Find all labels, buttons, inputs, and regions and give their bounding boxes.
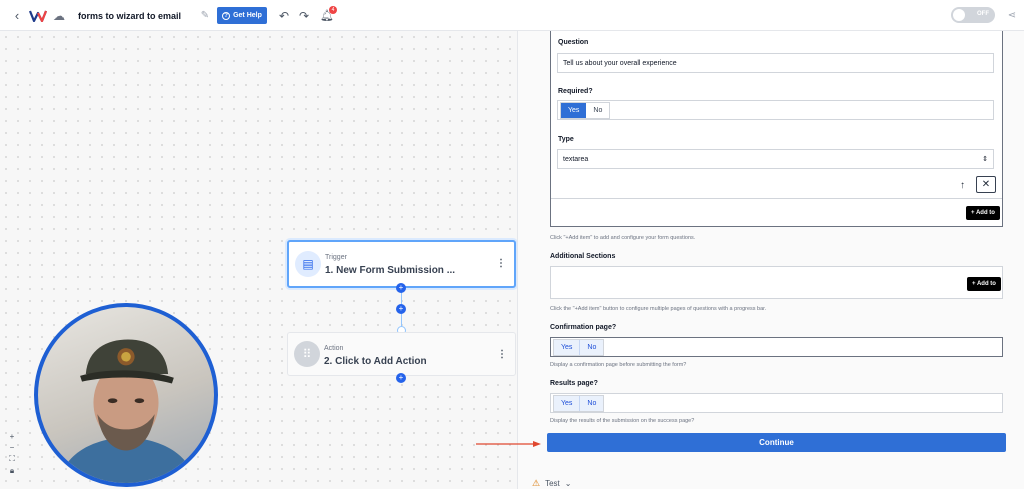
test-section-header[interactable]: ⚠ Test ⌄ xyxy=(532,478,571,489)
required-label: Required? xyxy=(558,88,593,95)
add-step-icon[interactable]: + xyxy=(396,373,406,383)
additional-sections-help: Click the "+Add item" button to configur… xyxy=(550,306,767,312)
add-item-button[interactable]: + Add to xyxy=(966,206,1000,220)
fit-view-icon[interactable]: ⛶ xyxy=(6,454,18,464)
step-config-panel: Question Tell us about your overall expe… xyxy=(517,31,1024,489)
results-no[interactable]: No xyxy=(580,396,604,411)
results-toggle[interactable]: Yes No xyxy=(553,395,605,412)
results-page-help: Display the results of the submission on… xyxy=(550,418,695,424)
add-section-button[interactable]: + Add to xyxy=(967,277,1001,291)
add-step-icon[interactable]: + xyxy=(396,283,406,293)
chevron-down-icon: ⌄ xyxy=(564,479,572,488)
test-label: Test xyxy=(545,479,560,488)
confirmation-yes[interactable]: Yes xyxy=(554,340,581,355)
required-toggle[interactable]: Yes No xyxy=(560,102,611,119)
select-arrows-icon: ⇕ xyxy=(982,156,988,163)
add-step-icon[interactable]: + xyxy=(396,304,406,314)
action-title: 2. Click to Add Action xyxy=(324,356,427,367)
workflow-toggle[interactable]: OFF xyxy=(951,7,995,23)
results-page-label: Results page? xyxy=(550,380,598,387)
zoom-in-icon[interactable]: + xyxy=(6,432,18,441)
kebab-menu-icon[interactable]: ⋮ xyxy=(496,258,506,269)
chevron-left-icon[interactable]: ‹ xyxy=(10,0,24,31)
warning-icon: ⚠ xyxy=(532,478,541,488)
results-page-field: Yes No xyxy=(550,393,1003,413)
confirmation-toggle[interactable]: Yes No xyxy=(553,339,605,356)
workflow-title[interactable]: forms to wizard to email xyxy=(78,0,181,31)
annotation-arrow xyxy=(476,441,541,447)
type-select[interactable]: textarea ⇕ xyxy=(557,149,994,169)
toggle-label: OFF xyxy=(977,11,989,17)
notification-badge: 4 xyxy=(329,6,337,14)
trigger-sub: Trigger xyxy=(325,254,347,261)
zoom-controls: + − ⛶ 🔒︎ xyxy=(6,432,18,476)
toggle-knob xyxy=(953,9,965,21)
type-label: Type xyxy=(558,136,574,143)
redo-icon[interactable]: ↷ xyxy=(298,0,310,31)
kebab-menu-icon[interactable]: ⋮ xyxy=(497,349,507,360)
form-icon: ▤ xyxy=(295,251,321,277)
lock-icon[interactable]: 🔒︎ xyxy=(6,466,18,476)
results-yes[interactable]: Yes xyxy=(554,396,581,411)
divider xyxy=(551,198,1002,199)
required-yes[interactable]: Yes xyxy=(561,103,587,118)
continue-button[interactable]: Continue xyxy=(547,433,1006,452)
action-sub: Action xyxy=(324,345,344,352)
required-no[interactable]: No xyxy=(586,103,609,118)
trigger-node[interactable]: ▤ Trigger 1. New Form Submission ... ⋮ xyxy=(287,240,516,288)
confirmation-page-field: Yes No xyxy=(550,337,1003,357)
get-help-button[interactable]: ? Get Help xyxy=(217,7,267,24)
arrow-up-icon[interactable]: ↑ xyxy=(960,180,965,191)
question-label: Question xyxy=(558,39,589,46)
add-item-help: Click "+Add item" to add and configure y… xyxy=(550,235,696,241)
confirmation-page-help: Display a confirmation page before submi… xyxy=(550,362,687,368)
bell-icon[interactable]: 🔔︎ xyxy=(320,0,334,31)
additional-sections-box: + Add to xyxy=(550,266,1003,299)
type-select-value: textarea xyxy=(563,155,589,163)
logo-icon[interactable] xyxy=(28,0,48,31)
presenter-image xyxy=(57,339,197,483)
pencil-icon[interactable]: ✎ xyxy=(199,0,211,31)
get-help-label: Get Help xyxy=(233,12,262,19)
trigger-title: 1. New Form Submission ... xyxy=(325,265,456,276)
share-icon[interactable]: ⋖ xyxy=(1005,0,1019,31)
undo-icon[interactable]: ↶ xyxy=(278,0,290,31)
confirmation-no[interactable]: No xyxy=(580,340,604,355)
action-node[interactable]: ⠿ Action 2. Click to Add Action ⋮ xyxy=(287,332,516,376)
top-bar: ‹ ☁ forms to wizard to email ✎ ? Get Hel… xyxy=(0,0,1024,31)
apps-grid-icon: ⠿ xyxy=(294,341,320,367)
webcam-overlay xyxy=(34,303,218,487)
zoom-out-icon[interactable]: − xyxy=(6,443,18,452)
close-icon[interactable]: ✕ xyxy=(976,176,996,193)
additional-sections-label: Additional Sections xyxy=(550,253,616,260)
required-field xyxy=(557,100,994,120)
cloud-icon: ☁ xyxy=(53,8,65,23)
question-input[interactable]: Tell us about your overall experience xyxy=(557,53,994,73)
confirmation-page-label: Confirmation page? xyxy=(550,324,617,331)
question-item-box: Question Tell us about your overall expe… xyxy=(550,31,1003,227)
question-icon: ? xyxy=(222,11,231,20)
